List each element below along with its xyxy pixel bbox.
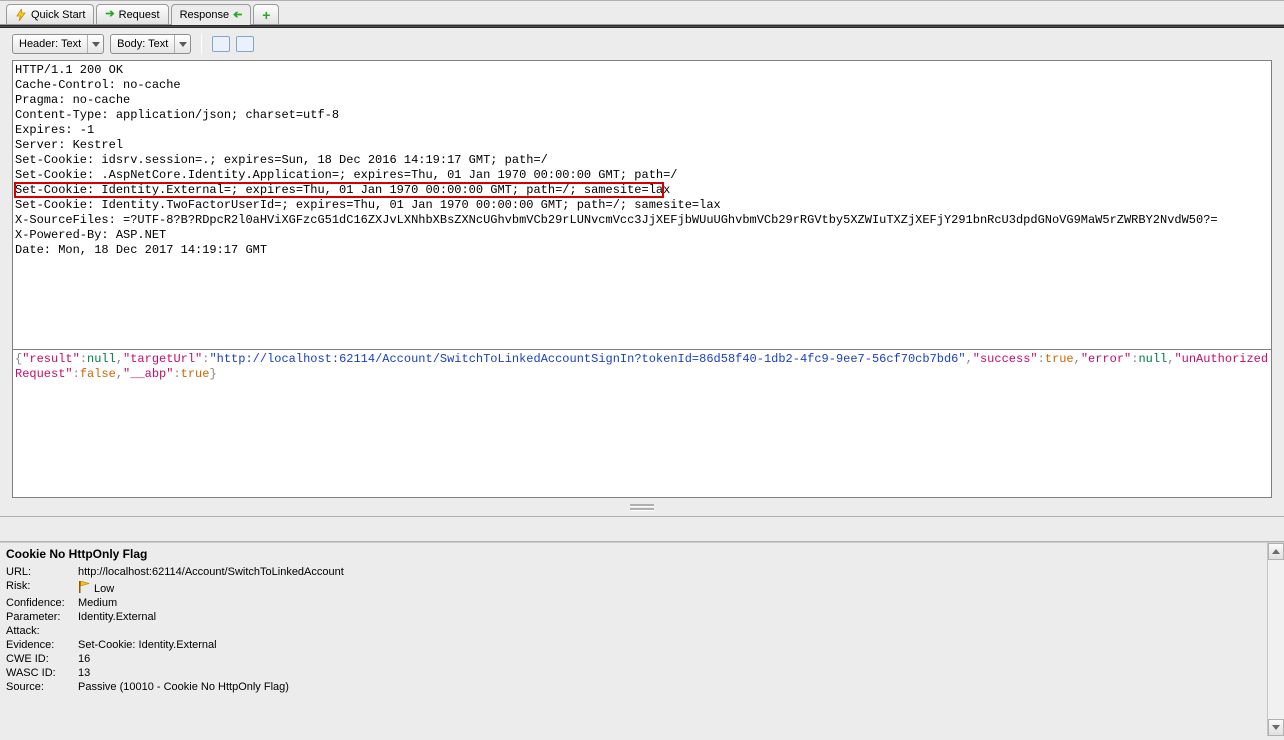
alert-title: Cookie No HttpOnly Flag (6, 547, 1261, 561)
tab-quick-start[interactable]: Quick Start (6, 4, 94, 24)
alert-parameter-label: Parameter: (6, 610, 78, 624)
lightning-icon (15, 9, 27, 21)
table-row: Parameter: Identity.External (6, 610, 348, 624)
response-body-text[interactable]: {"result":null,"targetUrl":"http://local… (12, 350, 1272, 498)
alert-confidence-label: Confidence: (6, 596, 78, 610)
arrow-left-icon: ➔ (233, 10, 242, 21)
chevron-down-icon (87, 35, 103, 53)
tab-bar: Quick Start ➔ Request Response ➔ + (0, 1, 1284, 25)
horizontal-resize-handle[interactable] (630, 504, 654, 510)
flag-icon (78, 581, 90, 593)
chevron-down-icon (174, 35, 190, 53)
tab-quick-start-label: Quick Start (31, 9, 85, 21)
layout-combined-button[interactable] (212, 36, 230, 52)
alert-url-label: URL: (6, 565, 78, 579)
body-mode-dropdown[interactable]: Body: Text (110, 34, 191, 54)
table-row: Evidence: Set-Cookie: Identity.External (6, 638, 348, 652)
chevron-up-icon (1272, 549, 1280, 554)
toolbar-separator (201, 34, 202, 54)
table-row: Source: Passive (10010 - Cookie No HttpO… (6, 680, 348, 694)
alert-risk-label: Risk: (6, 579, 78, 596)
header-mode-label: Header: Text (13, 38, 87, 50)
chevron-down-icon (1272, 725, 1280, 730)
arrow-right-icon: ➔ (105, 9, 114, 20)
scroll-track[interactable] (1268, 560, 1284, 719)
split-bar[interactable] (0, 516, 1284, 542)
tab-response-label: Response (180, 9, 230, 21)
plus-icon: + (262, 8, 270, 22)
tab-add[interactable]: + (253, 4, 279, 24)
alert-attack-label: Attack: (6, 624, 78, 638)
alert-cwe-label: CWE ID: (6, 652, 78, 666)
layout-split-button[interactable] (236, 36, 254, 52)
tab-request[interactable]: ➔ Request (96, 4, 168, 24)
highlight-box (14, 182, 664, 198)
header-mode-dropdown[interactable]: Header: Text (12, 34, 104, 54)
alert-evidence-value: Set-Cookie: Identity.External (78, 638, 348, 652)
alert-attack-value (78, 624, 348, 638)
table-row: Attack: (6, 624, 348, 638)
alert-source-label: Source: (6, 680, 78, 694)
alert-cwe-value: 16 (78, 652, 348, 666)
table-row: WASC ID: 13 (6, 666, 348, 680)
alert-confidence-value: Medium (78, 596, 348, 610)
scroll-up-button[interactable] (1268, 543, 1284, 560)
response-toolbar: Header: Text Body: Text (0, 28, 1284, 60)
alert-risk-value: Low (78, 579, 348, 596)
response-header-text[interactable]: HTTP/1.1 200 OK Cache-Control: no-cache … (12, 60, 1272, 350)
table-row: CWE ID: 16 (6, 652, 348, 666)
table-row: URL: http://localhost:62114/Account/Swit… (6, 565, 348, 579)
body-mode-label: Body: Text (111, 38, 174, 50)
alert-parameter-value: Identity.External (78, 610, 348, 624)
alert-wasc-label: WASC ID: (6, 666, 78, 680)
table-row: Confidence: Medium (6, 596, 348, 610)
scroll-down-button[interactable] (1268, 719, 1284, 736)
alert-wasc-value: 13 (78, 666, 348, 680)
tab-response[interactable]: Response ➔ (171, 4, 252, 25)
tab-request-label: Request (119, 9, 160, 21)
alert-scrollbar[interactable] (1267, 543, 1284, 736)
table-row: Risk: Low (6, 579, 348, 596)
alert-detail-panel: Cookie No HttpOnly Flag URL: http://loca… (0, 542, 1284, 736)
alert-properties-table: URL: http://localhost:62114/Account/Swit… (6, 565, 348, 694)
alert-evidence-label: Evidence: (6, 638, 78, 652)
alert-url-value: http://localhost:62114/Account/SwitchToL… (78, 565, 348, 579)
alert-source-value: Passive (10010 - Cookie No HttpOnly Flag… (78, 680, 348, 694)
